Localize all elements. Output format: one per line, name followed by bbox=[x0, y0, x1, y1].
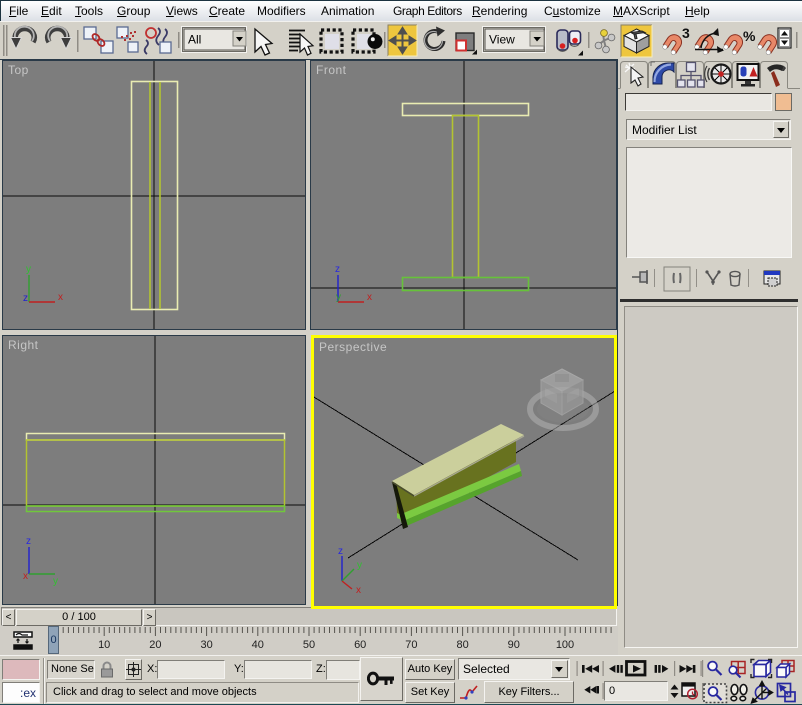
svg-text:x: x bbox=[23, 571, 28, 582]
svg-text:10: 10 bbox=[98, 639, 110, 651]
svg-text:70: 70 bbox=[405, 639, 417, 651]
svg-text:z: z bbox=[26, 536, 31, 547]
svg-text:z: z bbox=[338, 546, 343, 557]
svg-text:80: 80 bbox=[456, 639, 468, 651]
svg-text:z: z bbox=[23, 293, 28, 304]
svg-text:60: 60 bbox=[354, 639, 366, 651]
svg-text:20: 20 bbox=[149, 639, 161, 651]
svg-text:y: y bbox=[53, 576, 58, 587]
svg-text:%: % bbox=[743, 28, 756, 44]
svg-text:All: All bbox=[188, 33, 201, 47]
svg-text:30: 30 bbox=[200, 639, 212, 651]
svg-text:z: z bbox=[335, 264, 340, 275]
svg-text:y: y bbox=[336, 292, 341, 303]
svg-text:3: 3 bbox=[682, 25, 690, 41]
svg-text:50: 50 bbox=[303, 639, 315, 651]
svg-text:y: y bbox=[26, 264, 31, 275]
svg-text:x: x bbox=[356, 585, 361, 596]
svg-text:x: x bbox=[367, 292, 372, 303]
svg-text:View: View bbox=[489, 33, 515, 47]
svg-text:100: 100 bbox=[556, 639, 574, 651]
svg-text:40: 40 bbox=[252, 639, 264, 651]
svg-text:90: 90 bbox=[508, 639, 520, 651]
svg-text:x: x bbox=[58, 292, 63, 303]
svg-text:y: y bbox=[357, 560, 362, 571]
